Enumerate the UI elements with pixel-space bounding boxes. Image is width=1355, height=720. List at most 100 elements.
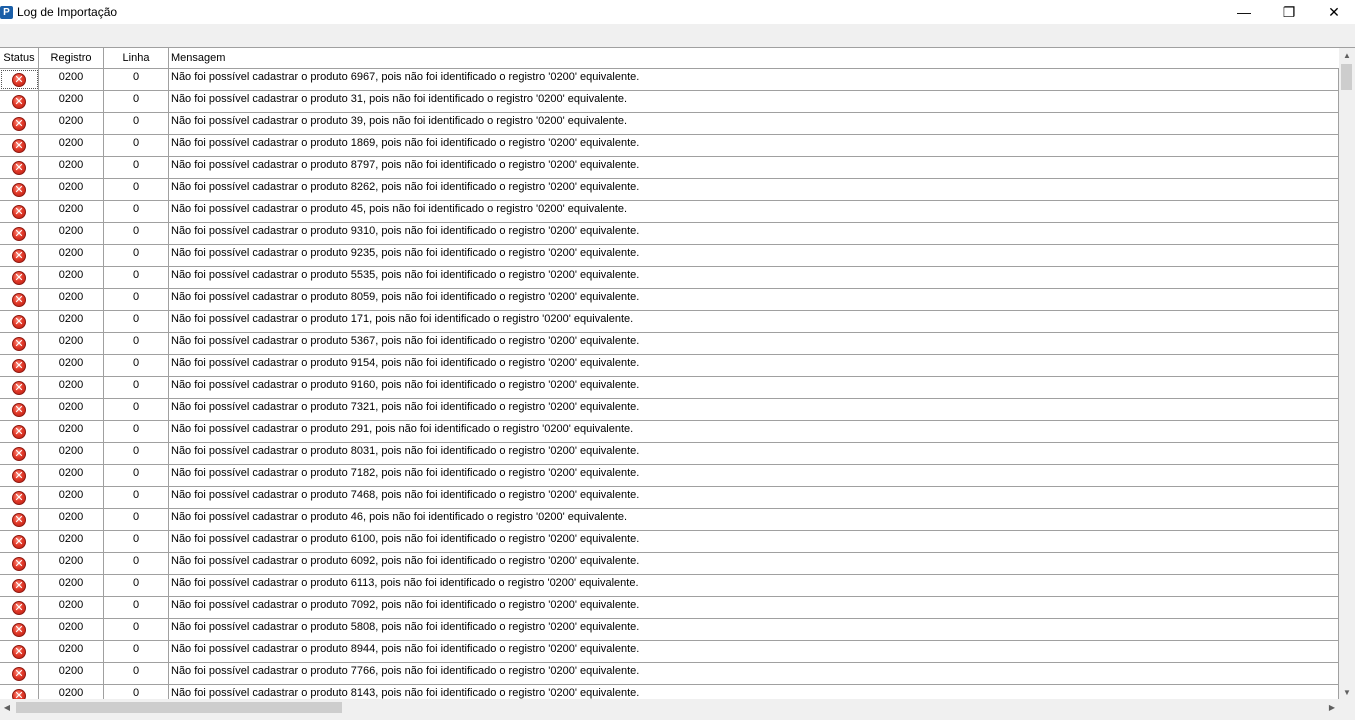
- table-row[interactable]: ✕ 0200 0 Não foi possível cadastrar o produ…: [0, 421, 1339, 443]
- mensagem-cell[interactable]: Não foi possível cadastrar o produto 923…: [169, 245, 1339, 266]
- linha-cell[interactable]: 0: [104, 245, 169, 266]
- linha-cell[interactable]: 0: [104, 443, 169, 464]
- registro-cell[interactable]: 0200: [39, 685, 104, 699]
- table-row[interactable]: ✕ 0200 0 Não foi possível cadastrar o produ…: [0, 179, 1339, 201]
- status-cell[interactable]: ✕: [0, 201, 39, 222]
- status-cell[interactable]: ✕: [0, 245, 39, 266]
- status-cell[interactable]: ✕: [0, 113, 39, 134]
- table-row[interactable]: ✕ 0200 0 Não foi possível cadastrar o produ…: [0, 135, 1339, 157]
- minimize-button[interactable]: —: [1221, 0, 1267, 24]
- mensagem-cell[interactable]: Não foi possível cadastrar o produto 916…: [169, 377, 1339, 398]
- linha-cell[interactable]: 0: [104, 641, 169, 662]
- mensagem-cell[interactable]: Não foi possível cadastrar o produto 814…: [169, 685, 1339, 699]
- mensagem-cell[interactable]: Não foi possível cadastrar o produto 553…: [169, 267, 1339, 288]
- status-cell[interactable]: ✕: [0, 91, 39, 112]
- mensagem-cell[interactable]: Não foi possível cadastrar o produto 915…: [169, 355, 1339, 376]
- mensagem-cell[interactable]: Não foi possível cadastrar o produto 746…: [169, 487, 1339, 508]
- status-cell[interactable]: ✕: [0, 179, 39, 200]
- linha-cell[interactable]: 0: [104, 597, 169, 618]
- registro-cell[interactable]: 0200: [39, 179, 104, 200]
- mensagem-cell[interactable]: Não foi possível cadastrar o produto 894…: [169, 641, 1339, 662]
- linha-cell[interactable]: 0: [104, 267, 169, 288]
- status-cell[interactable]: ✕: [0, 443, 39, 464]
- table-row[interactable]: ✕ 0200 0 Não foi possível cadastrar o produ…: [0, 355, 1339, 377]
- status-cell[interactable]: ✕: [0, 69, 39, 90]
- table-row[interactable]: ✕ 0200 0 Não foi possível cadastrar o produ…: [0, 289, 1339, 311]
- registro-cell[interactable]: 0200: [39, 157, 104, 178]
- status-cell[interactable]: ✕: [0, 289, 39, 310]
- mensagem-cell[interactable]: Não foi possível cadastrar o produto 536…: [169, 333, 1339, 354]
- registro-cell[interactable]: 0200: [39, 399, 104, 420]
- status-cell[interactable]: ✕: [0, 267, 39, 288]
- linha-cell[interactable]: 0: [104, 223, 169, 244]
- mensagem-cell[interactable]: Não foi possível cadastrar o produto 611…: [169, 575, 1339, 596]
- column-header-registro[interactable]: Registro: [39, 48, 104, 68]
- scroll-down-icon[interactable]: ▼: [1339, 685, 1355, 699]
- registro-cell[interactable]: 0200: [39, 663, 104, 684]
- registro-cell[interactable]: 0200: [39, 355, 104, 376]
- mensagem-cell[interactable]: Não foi possível cadastrar o produto 805…: [169, 289, 1339, 310]
- table-row[interactable]: ✕ 0200 0 Não foi possível cadastrar o produ…: [0, 443, 1339, 465]
- linha-cell[interactable]: 0: [104, 201, 169, 222]
- status-cell[interactable]: ✕: [0, 487, 39, 508]
- registro-cell[interactable]: 0200: [39, 267, 104, 288]
- mensagem-cell[interactable]: Não foi possível cadastrar o produto 931…: [169, 223, 1339, 244]
- linha-cell[interactable]: 0: [104, 685, 169, 699]
- mensagem-cell[interactable]: Não foi possível cadastrar o produto 46,…: [169, 509, 1339, 530]
- linha-cell[interactable]: 0: [104, 575, 169, 596]
- registro-cell[interactable]: 0200: [39, 377, 104, 398]
- linha-cell[interactable]: 0: [104, 663, 169, 684]
- linha-cell[interactable]: 0: [104, 179, 169, 200]
- mensagem-cell[interactable]: Não foi possível cadastrar o produto 732…: [169, 399, 1339, 420]
- status-cell[interactable]: ✕: [0, 663, 39, 684]
- status-cell[interactable]: ✕: [0, 135, 39, 156]
- linha-cell[interactable]: 0: [104, 157, 169, 178]
- log-grid[interactable]: Status Registro Linha Mensagem ✕ 0200 0 Não…: [0, 48, 1339, 699]
- table-row[interactable]: ✕ 0200 0 Não foi possível cadastrar o produ…: [0, 377, 1339, 399]
- linha-cell[interactable]: 0: [104, 487, 169, 508]
- status-cell[interactable]: ✕: [0, 355, 39, 376]
- mensagem-cell[interactable]: Não foi possível cadastrar o produto 610…: [169, 531, 1339, 552]
- registro-cell[interactable]: 0200: [39, 487, 104, 508]
- registro-cell[interactable]: 0200: [39, 311, 104, 332]
- linha-cell[interactable]: 0: [104, 69, 169, 90]
- mensagem-cell[interactable]: Não foi possível cadastrar o produto 826…: [169, 179, 1339, 200]
- status-cell[interactable]: ✕: [0, 421, 39, 442]
- linha-cell[interactable]: 0: [104, 377, 169, 398]
- status-cell[interactable]: ✕: [0, 223, 39, 244]
- table-row[interactable]: ✕ 0200 0 Não foi possível cadastrar o produ…: [0, 201, 1339, 223]
- registro-cell[interactable]: 0200: [39, 69, 104, 90]
- status-cell[interactable]: ✕: [0, 157, 39, 178]
- linha-cell[interactable]: 0: [104, 553, 169, 574]
- mensagem-cell[interactable]: Não foi possível cadastrar o produto 718…: [169, 465, 1339, 486]
- status-cell[interactable]: ✕: [0, 685, 39, 699]
- mensagem-cell[interactable]: Não foi possível cadastrar o produto 803…: [169, 443, 1339, 464]
- column-header-linha[interactable]: Linha: [104, 48, 169, 68]
- close-button[interactable]: ✕: [1311, 0, 1355, 24]
- status-cell[interactable]: ✕: [0, 333, 39, 354]
- table-row[interactable]: ✕ 0200 0 Não foi possível cadastrar o produ…: [0, 245, 1339, 267]
- status-cell[interactable]: ✕: [0, 553, 39, 574]
- mensagem-cell[interactable]: Não foi possível cadastrar o produto 291…: [169, 421, 1339, 442]
- table-row[interactable]: ✕ 0200 0 Não foi possível cadastrar o produ…: [0, 531, 1339, 553]
- mensagem-cell[interactable]: Não foi possível cadastrar o produto 879…: [169, 157, 1339, 178]
- scroll-up-icon[interactable]: ▲: [1339, 48, 1355, 62]
- table-row[interactable]: ✕ 0200 0 Não foi possível cadastrar o produ…: [0, 267, 1339, 289]
- table-row[interactable]: ✕ 0200 0 Não foi possível cadastrar o produ…: [0, 113, 1339, 135]
- registro-cell[interactable]: 0200: [39, 553, 104, 574]
- vertical-scrollbar[interactable]: ▲ ▼: [1339, 48, 1355, 699]
- mensagem-cell[interactable]: Não foi possível cadastrar o produto 186…: [169, 135, 1339, 156]
- table-row[interactable]: ✕ 0200 0 Não foi possível cadastrar o produ…: [0, 685, 1339, 699]
- table-row[interactable]: ✕ 0200 0 Não foi possível cadastrar o produ…: [0, 157, 1339, 179]
- status-cell[interactable]: ✕: [0, 531, 39, 552]
- mensagem-cell[interactable]: Não foi possível cadastrar o produto 709…: [169, 597, 1339, 618]
- maximize-button[interactable]: ❐: [1266, 0, 1312, 24]
- mensagem-cell[interactable]: Não foi possível cadastrar o produto 39,…: [169, 113, 1339, 134]
- status-cell[interactable]: ✕: [0, 619, 39, 640]
- linha-cell[interactable]: 0: [104, 399, 169, 420]
- registro-cell[interactable]: 0200: [39, 245, 104, 266]
- registro-cell[interactable]: 0200: [39, 223, 104, 244]
- scroll-left-icon[interactable]: ◀: [0, 699, 14, 716]
- registro-cell[interactable]: 0200: [39, 619, 104, 640]
- table-row[interactable]: ✕ 0200 0 Não foi possível cadastrar o produ…: [0, 311, 1339, 333]
